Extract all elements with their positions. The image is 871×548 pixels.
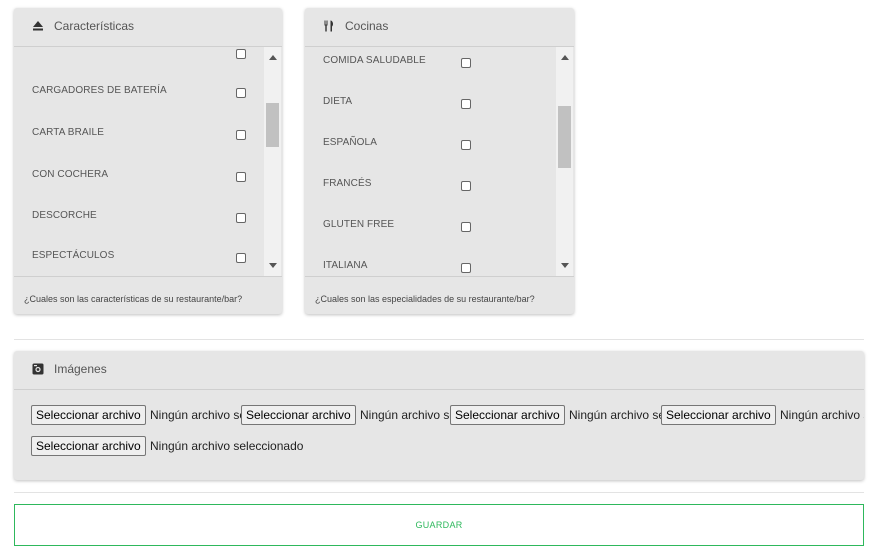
image-icon: [32, 363, 44, 375]
section-divider: [14, 339, 864, 340]
caracteristicas-help-text: ¿Cuales son las características de su re…: [24, 294, 243, 304]
select-file-button[interactable]: Seleccionar archivo: [31, 405, 146, 425]
list-item-label: DESCORCHE: [32, 210, 97, 221]
cocinas-title: Cocinas: [345, 19, 389, 33]
no-file-text: Ningún archivo seleccionado: [780, 408, 864, 422]
list-item-label: CON COCHERA: [32, 169, 109, 180]
list-item-checkbox[interactable]: [236, 130, 246, 140]
section-divider: [14, 492, 864, 493]
scroll-thumb[interactable]: [558, 106, 571, 168]
list-item-checkbox[interactable]: [236, 213, 246, 223]
select-file-button[interactable]: Seleccionar archivo: [31, 436, 146, 456]
imagenes-title: Imágenes: [54, 362, 107, 376]
scroll-down-icon[interactable]: [269, 263, 277, 268]
scroll-down-icon[interactable]: [561, 263, 569, 268]
no-file-text: Ningún archivo seleccionado: [150, 439, 304, 453]
list-item-label: GLUTEN FREE: [323, 219, 395, 230]
list-item-checkbox[interactable]: [236, 172, 246, 182]
list-item-checkbox[interactable]: [461, 58, 471, 68]
list-item-label: ESPAÑOLA: [323, 137, 377, 148]
no-file-text: Ningún archivo seleccionado: [360, 408, 450, 422]
save-button[interactable]: GUARDAR: [14, 504, 864, 546]
cocinas-header: Cocinas: [305, 8, 574, 47]
list-item-label: DIETA: [323, 96, 353, 107]
select-file-button[interactable]: Seleccionar archivo: [450, 405, 565, 425]
imagenes-panel: Imágenes Seleccionar archivo Ningún arch…: [14, 351, 864, 480]
caracteristicas-panel: Características CARGADORES DE BATERÍA CA…: [14, 8, 282, 314]
checkbox-partial[interactable]: [236, 49, 246, 59]
scroll-thumb[interactable]: [266, 103, 279, 147]
eject-icon: [33, 21, 43, 31]
imagenes-header: Imágenes: [14, 351, 864, 390]
caracteristicas-list[interactable]: CARGADORES DE BATERÍA CARTA BRAILE CON C…: [14, 47, 282, 276]
caracteristicas-title: Características: [54, 19, 135, 33]
list-item-checkbox[interactable]: [461, 263, 471, 273]
scroll-up-icon[interactable]: [269, 55, 277, 60]
utensils-icon: [324, 20, 334, 32]
list-item-label: ESPECTÁCULOS: [32, 250, 115, 261]
list-item-checkbox[interactable]: [461, 99, 471, 109]
select-file-button[interactable]: Seleccionar archivo: [241, 405, 356, 425]
caracteristicas-footer: ¿Cuales son las características de su re…: [14, 276, 282, 322]
list-item-label: ITALIANA: [323, 260, 368, 271]
cocinas-scrollbar[interactable]: [556, 47, 573, 276]
caracteristicas-header: Características: [14, 8, 282, 47]
list-item-label: CARTA BRAILE: [32, 127, 104, 138]
list-item-checkbox[interactable]: [236, 253, 246, 263]
list-item-checkbox[interactable]: [461, 222, 471, 232]
cocinas-help-text: ¿Cuales son las especialidades de su res…: [315, 294, 535, 304]
list-item-checkbox[interactable]: [461, 181, 471, 191]
list-item-label: CARGADORES DE BATERÍA: [32, 85, 167, 96]
list-item-label: COMIDA SALUDABLE: [323, 55, 426, 66]
cocinas-panel: Cocinas COMIDA SALUDABLE DIETA ESPAÑOLA …: [305, 8, 574, 314]
list-item-label: FRANCÉS: [323, 178, 372, 189]
scroll-up-icon[interactable]: [561, 55, 569, 60]
list-item-checkbox[interactable]: [461, 140, 471, 150]
caracteristicas-scrollbar[interactable]: [264, 47, 281, 276]
no-file-text: Ningún archivo seleccionado: [569, 408, 661, 422]
select-file-button[interactable]: Seleccionar archivo: [661, 405, 776, 425]
no-file-text: Ningún archivo seleccionado: [150, 408, 241, 422]
cocinas-list[interactable]: COMIDA SALUDABLE DIETA ESPAÑOLA FRANCÉS …: [305, 47, 574, 276]
cocinas-footer: ¿Cuales son las especialidades de su res…: [305, 276, 574, 322]
list-item-checkbox[interactable]: [236, 88, 246, 98]
